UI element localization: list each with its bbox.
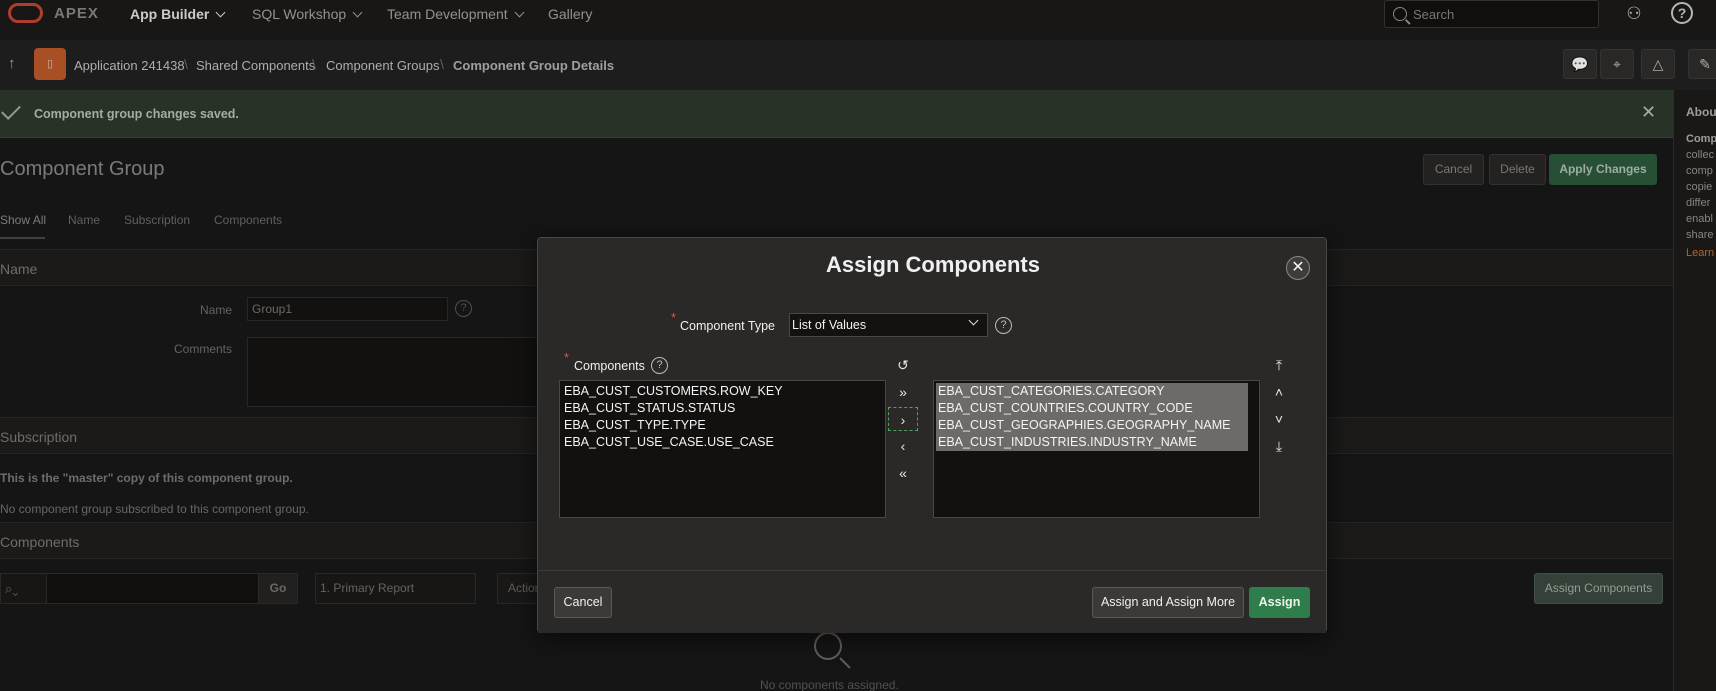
selected-components-list[interactable]: EBA_CUST_CATEGORIES.CATEGORY EBA_CUST_CO… <box>933 380 1260 518</box>
close-icon[interactable]: ✕ <box>1286 256 1310 280</box>
help-icon[interactable]: ? <box>995 317 1012 334</box>
available-components-list[interactable]: EBA_CUST_CUSTOMERS.ROW_KEY EBA_CUST_STAT… <box>559 380 886 518</box>
move-all-left-icon[interactable]: « <box>888 461 918 485</box>
dialog-footer: Cancel Assign and Assign More Assign <box>538 570 1326 633</box>
list-item[interactable]: EBA_CUST_TYPE.TYPE <box>564 417 881 434</box>
help-icon[interactable]: ? <box>651 357 668 374</box>
component-type-value: List of Values <box>792 318 867 332</box>
list-item[interactable]: EBA_CUST_CATEGORIES.CATEGORY <box>936 383 1248 400</box>
list-item[interactable]: EBA_CUST_COUNTRIES.COUNTRY_CODE <box>936 400 1248 417</box>
components-label: Components <box>574 359 645 373</box>
required-indicator: * <box>564 350 570 365</box>
assign-and-assign-more-button[interactable]: Assign and Assign More <box>1092 587 1244 618</box>
move-left-icon[interactable]: ‹ <box>888 434 918 458</box>
list-item[interactable]: EBA_CUST_CUSTOMERS.ROW_KEY <box>564 383 881 400</box>
dialog-title: Assign Components <box>826 252 1040 277</box>
move-all-right-icon[interactable]: » <box>888 380 918 404</box>
component-type-label: Component Type <box>680 319 775 333</box>
list-item[interactable]: EBA_CUST_USE_CASE.USE_CASE <box>564 434 881 451</box>
cancel-button[interactable]: Cancel <box>554 587 612 618</box>
move-up-icon[interactable]: ˄ <box>1267 380 1291 404</box>
chevron-down-icon <box>968 315 979 326</box>
move-right-icon[interactable]: › <box>888 407 918 431</box>
list-item[interactable]: EBA_CUST_STATUS.STATUS <box>564 400 881 417</box>
list-item[interactable]: EBA_CUST_GEOGRAPHIES.GEOGRAPHY_NAME <box>936 417 1248 434</box>
assign-button[interactable]: Assign <box>1249 587 1310 618</box>
list-item[interactable]: EBA_CUST_INDUSTRIES.INDUSTRY_NAME <box>936 434 1248 451</box>
move-bottom-icon[interactable]: ⤓ <box>1267 434 1291 458</box>
required-indicator: * <box>671 310 677 325</box>
reset-icon[interactable]: ↺ <box>888 353 918 377</box>
move-down-icon[interactable]: ˅ <box>1267 407 1291 431</box>
move-top-icon[interactable]: ⤒ <box>1267 353 1291 377</box>
component-type-select[interactable]: List of Values <box>789 313 988 337</box>
assign-components-dialog: Assign Components ✕ * Component Type Lis… <box>537 237 1327 633</box>
